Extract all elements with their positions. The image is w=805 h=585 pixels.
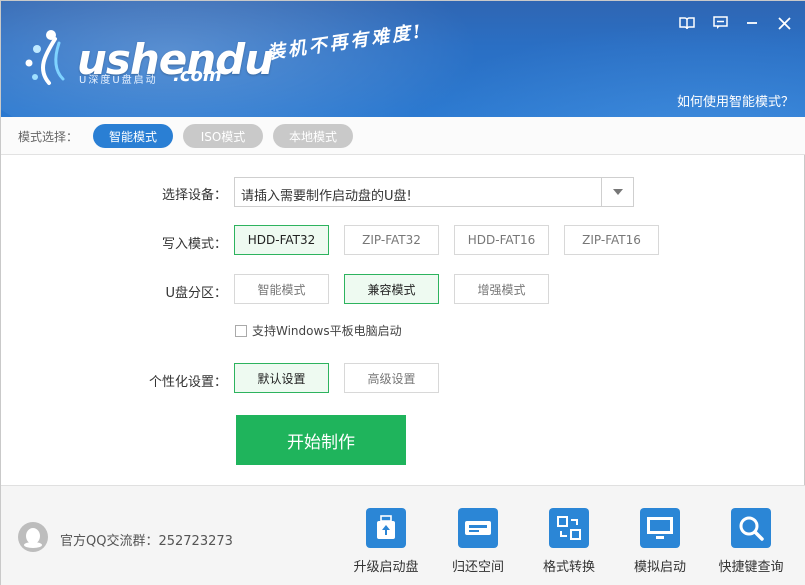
book-icon[interactable] <box>677 13 697 33</box>
qq-icon <box>18 522 48 552</box>
footer-toolbar: 官方QQ交流群：252723273 升级启动盘 归还空间 格式转换 模拟启动 快… <box>1 485 805 585</box>
tool-label: 快捷键查询 <box>718 560 784 575</box>
tool-label: 归还空间 <box>451 560 504 575</box>
windows-tablet-label: 支持Windows平板电脑启动 <box>252 324 402 338</box>
tab-iso-mode[interactable]: ISO模式 <box>183 124 263 148</box>
logo-mark-icon <box>25 30 65 85</box>
partition-compatible[interactable]: 兼容模式 <box>344 274 439 304</box>
app-window: ushendu .com U深度U盘启动 装机不再有难度! 如何使用智能模式？ … <box>0 0 805 585</box>
write-mode-zip-fat32[interactable]: ZIP-FAT32 <box>344 225 439 255</box>
format-convert-icon <box>549 508 589 548</box>
close-icon[interactable] <box>774 13 794 33</box>
write-mode-zip-fat16[interactable]: ZIP-FAT16 <box>564 225 659 255</box>
tab-smart-mode[interactable]: 智能模式 <box>93 124 173 148</box>
tool-label: 格式转换 <box>542 560 595 575</box>
tab-local-mode[interactable]: 本地模式 <box>273 124 353 148</box>
write-mode-hdd-fat16[interactable]: HDD-FAT16 <box>454 225 549 255</box>
upload-drive-icon <box>366 508 406 548</box>
logo-subtitle: U深度U盘启动 <box>79 75 158 86</box>
tool-shortcut-lookup[interactable]: 快捷键查询 <box>711 508 791 575</box>
tool-label: 升级启动盘 <box>353 560 419 575</box>
checkbox-box[interactable] <box>235 324 247 337</box>
tool-label: 模拟启动 <box>633 560 686 575</box>
logo-dotcom: .com <box>173 65 222 86</box>
partition-label: U盘分区： <box>165 286 227 301</box>
device-select[interactable]: 请插入需要制作启动盘的U盘! <box>234 177 634 207</box>
qq-group-text: 官方QQ交流群：252723273 <box>60 534 233 549</box>
personalize-label: 个性化设置： <box>148 375 227 390</box>
search-icon <box>731 508 771 548</box>
write-mode-label: 写入模式： <box>161 237 227 252</box>
windows-tablet-checkbox[interactable]: 支持Windows平板电脑启动 <box>235 322 402 339</box>
monitor-icon <box>640 508 680 548</box>
mode-label: 模式选择： <box>18 130 79 144</box>
device-select-value: 请插入需要制作启动盘的U盘! <box>241 189 412 204</box>
tool-format-convert[interactable]: 格式转换 <box>529 508 609 575</box>
partition-enhanced[interactable]: 增强模式 <box>454 274 549 304</box>
personalize-advanced[interactable]: 高级设置 <box>344 363 439 393</box>
start-button[interactable]: 开始制作 <box>236 415 406 465</box>
header-banner: ushendu .com U深度U盘启动 装机不再有难度! 如何使用智能模式？ <box>1 1 805 117</box>
mode-bar: 模式选择： 智能模式 ISO模式 本地模式 <box>1 117 805 155</box>
tool-restore-space[interactable]: 归还空间 <box>438 508 518 575</box>
partition-smart[interactable]: 智能模式 <box>234 274 329 304</box>
help-link[interactable]: 如何使用智能模式？ <box>677 91 794 110</box>
disk-restore-icon <box>458 508 498 548</box>
feedback-icon[interactable] <box>710 13 730 33</box>
tool-upgrade-drive[interactable]: 升级启动盘 <box>346 508 426 575</box>
chevron-down-icon[interactable] <box>601 178 633 206</box>
tool-simulate-boot[interactable]: 模拟启动 <box>620 508 700 575</box>
device-label: 选择设备： <box>161 188 227 203</box>
personalize-default[interactable]: 默认设置 <box>234 363 329 393</box>
minimize-icon[interactable] <box>742 13 762 33</box>
write-mode-hdd-fat32[interactable]: HDD-FAT32 <box>234 225 329 255</box>
